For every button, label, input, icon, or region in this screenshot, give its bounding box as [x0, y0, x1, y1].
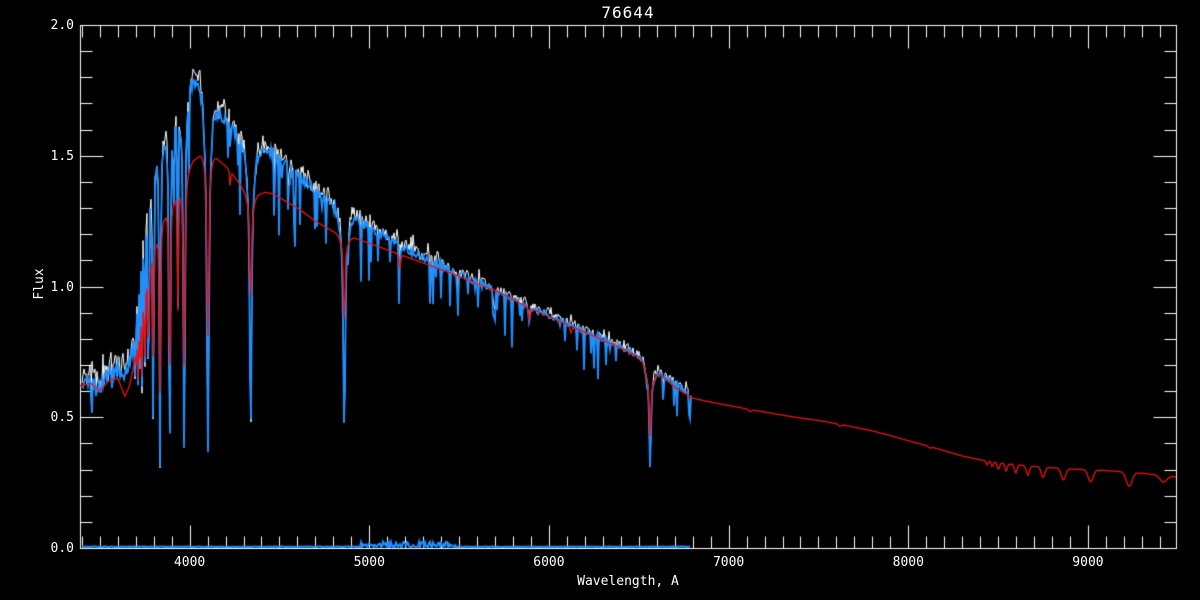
- x-axis-label: Wavelength, A: [577, 574, 679, 589]
- x-tick-label: 9000: [1072, 555, 1104, 570]
- y-tick-label: 1.0: [50, 279, 74, 295]
- y-tick-label: 0.0: [50, 541, 74, 556]
- x-tick-label: 8000: [892, 555, 924, 570]
- x-tick-label: 7000: [712, 555, 745, 570]
- y-tick-label: 2.0: [50, 18, 74, 33]
- spectrum-canvas: [0, 0, 1200, 600]
- x-tick-label: 6000: [533, 555, 565, 570]
- x-tick-label: 4000: [173, 555, 206, 570]
- y-tick-label: 1.5: [50, 148, 74, 164]
- spectral-plot: 76644 Flux Wavelength, A 4000 5000 6000 700…: [0, 0, 1200, 600]
- x-tick-label: 5000: [353, 555, 385, 570]
- y-tick-label: 0.5: [50, 410, 74, 426]
- plot-title: 76644: [601, 3, 655, 22]
